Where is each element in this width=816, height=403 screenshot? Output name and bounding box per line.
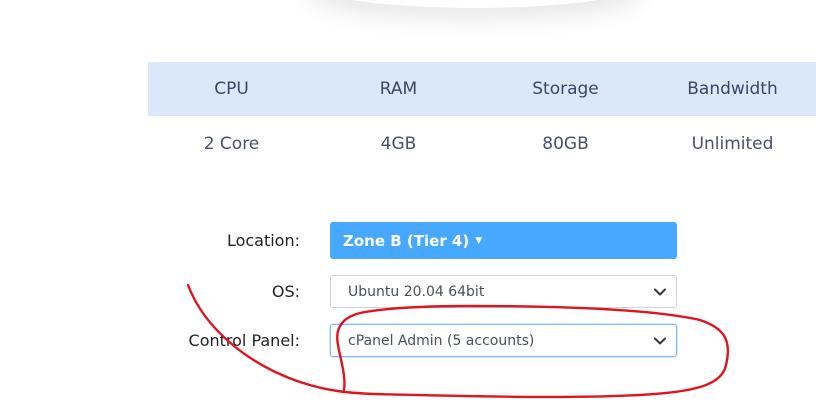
os-row: OS: Ubuntu 20.04 64bit <box>150 275 710 308</box>
specs-header-bandwidth: Bandwidth <box>687 79 778 99</box>
control-panel-label: Control Panel: <box>188 331 300 350</box>
specs-table: CPU RAM Storage Bandwidth 2 Core 4GB 80G… <box>148 62 816 172</box>
specs-header-ram: RAM <box>379 79 418 99</box>
os-value: Ubuntu 20.04 64bit <box>348 283 485 300</box>
os-select[interactable]: Ubuntu 20.04 64bit <box>330 275 677 308</box>
control-panel-select[interactable]: cPanel Admin (5 accounts) <box>330 324 677 357</box>
card-shadow-decoration <box>310 0 640 8</box>
control-panel-value: cPanel Admin (5 accounts) <box>348 332 535 349</box>
chevron-down-icon <box>654 288 666 295</box>
caret-down-icon: ▼ <box>475 235 483 246</box>
specs-value-bandwidth: Unlimited <box>691 134 774 154</box>
specs-values-row: 2 Core 4GB 80GB Unlimited <box>148 116 816 172</box>
specs-header-cpu: CPU <box>214 79 249 99</box>
location-row: Location: Zone B (Tier 4) ▼ <box>150 222 710 259</box>
location-dropdown-button[interactable]: Zone B (Tier 4) ▼ <box>330 222 677 259</box>
control-panel-row: Control Panel: cPanel Admin (5 accounts) <box>150 324 710 357</box>
os-label: OS: <box>271 282 300 301</box>
chevron-down-icon <box>654 337 666 344</box>
specs-value-ram: 4GB <box>380 134 417 154</box>
specs-value-cpu: 2 Core <box>203 134 260 154</box>
specs-value-storage: 80GB <box>542 134 589 154</box>
specs-header-row: CPU RAM Storage Bandwidth <box>148 62 816 116</box>
location-label: Location: <box>226 231 300 250</box>
specs-header-storage: Storage <box>532 79 599 99</box>
location-value: Zone B (Tier 4) <box>343 231 470 250</box>
